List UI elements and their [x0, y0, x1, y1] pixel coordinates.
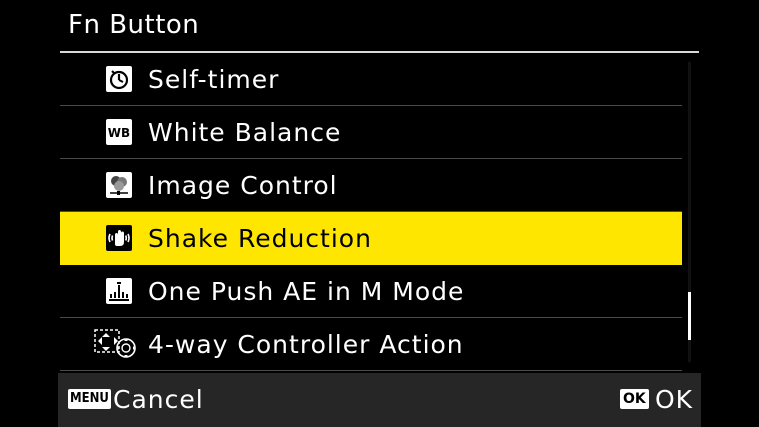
one-push-ae-icon: [104, 276, 134, 306]
page-title: Fn Button: [68, 10, 200, 40]
ok-button-badge[interactable]: OK: [620, 389, 649, 409]
menu-item-four-way-controller[interactable]: 4-way Controller Action: [60, 318, 682, 371]
menu-item-label: 4-way Controller Action: [148, 330, 464, 359]
shake-reduction-icon: [104, 223, 134, 253]
menu-item-shake-reduction[interactable]: Shake Reduction: [60, 212, 682, 265]
image-control-icon: [104, 170, 134, 200]
menu-item-label: Shake Reduction: [148, 224, 372, 253]
menu-item-image-control[interactable]: Image Control: [60, 159, 682, 212]
menu-item-one-push-ae[interactable]: One Push AE in M Mode: [60, 265, 682, 318]
menu-item-label: One Push AE in M Mode: [148, 277, 465, 306]
camera-menu-screen: Fn Button Self-timer WB White Balance Im…: [58, 0, 701, 427]
cancel-label[interactable]: Cancel: [113, 385, 204, 414]
four-way-controller-icon: [94, 329, 142, 359]
menu-button-badge[interactable]: MENU: [68, 389, 111, 409]
scrollbar-thumb[interactable]: [688, 292, 691, 340]
footer-bar: MENU Cancel OK OK: [58, 373, 701, 427]
menu-item-self-timer[interactable]: Self-timer: [60, 53, 682, 106]
white-balance-icon: WB: [104, 117, 134, 147]
menu-item-label: White Balance: [148, 118, 342, 147]
ok-label[interactable]: OK: [655, 385, 693, 414]
wb-badge-text: WB: [108, 126, 130, 140]
self-timer-icon: [104, 64, 134, 94]
menu-item-label: Self-timer: [148, 65, 280, 94]
fn-button-menu: Self-timer WB White Balance Image Contro…: [60, 53, 682, 371]
menu-item-white-balance[interactable]: WB White Balance: [60, 106, 682, 159]
menu-item-label: Image Control: [148, 171, 338, 200]
